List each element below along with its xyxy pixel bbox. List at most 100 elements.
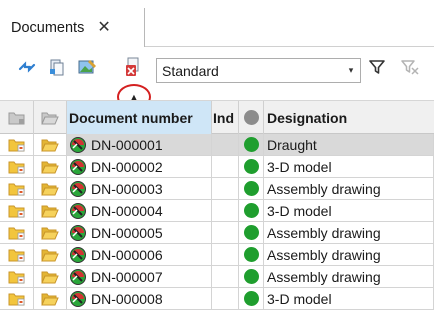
folder-icon[interactable] bbox=[0, 288, 34, 310]
column-header-index[interactable]: Ind bbox=[212, 101, 239, 134]
tab-documents[interactable]: Documents ✕ bbox=[0, 8, 145, 47]
table-row[interactable]: DN-000004 3-D model bbox=[0, 200, 434, 222]
table-row[interactable]: DN-000003 Assembly drawing bbox=[0, 178, 434, 200]
document-stack-icon[interactable] bbox=[47, 57, 67, 77]
designation-cell[interactable]: Assembly drawing bbox=[264, 244, 434, 266]
document-number: DN-000005 bbox=[91, 224, 163, 241]
document-status-icon bbox=[69, 158, 89, 176]
view-select[interactable]: Standard ▾ bbox=[156, 58, 361, 83]
table-row[interactable]: DN-000005 Assembly drawing bbox=[0, 222, 434, 244]
designation-cell[interactable]: Assembly drawing bbox=[264, 222, 434, 244]
index-cell[interactable] bbox=[212, 222, 239, 244]
column-header-designation[interactable]: Designation bbox=[264, 101, 434, 134]
folder-open-icon[interactable] bbox=[34, 178, 67, 200]
status-cell[interactable] bbox=[239, 288, 264, 310]
document-number: DN-000007 bbox=[91, 268, 163, 285]
document-number: DN-000004 bbox=[91, 202, 163, 219]
document-grid: Document number Ind Designation DN-00000… bbox=[0, 100, 434, 322]
folder-open-icon[interactable] bbox=[34, 222, 67, 244]
close-icon[interactable]: ✕ bbox=[97, 19, 110, 36]
folder-icon[interactable] bbox=[0, 134, 34, 156]
folder-icon[interactable] bbox=[0, 266, 34, 288]
image-edit-icon[interactable] bbox=[78, 57, 98, 77]
column-header-icon1[interactable] bbox=[0, 101, 34, 134]
document-number-cell[interactable]: DN-000004 bbox=[67, 200, 212, 222]
index-cell[interactable] bbox=[212, 200, 239, 222]
folder-icon[interactable] bbox=[0, 178, 34, 200]
designation-cell[interactable]: 3-D model bbox=[264, 288, 434, 310]
column-header-icon2[interactable] bbox=[34, 101, 67, 134]
document-number-cell[interactable]: DN-000002 bbox=[67, 156, 212, 178]
tab-strip: Documents ✕ bbox=[0, 0, 434, 47]
toolbar: Standard ▾ bbox=[0, 47, 434, 89]
status-green-icon bbox=[243, 159, 259, 174]
folder-open-icon[interactable] bbox=[34, 156, 67, 178]
index-cell[interactable] bbox=[212, 266, 239, 288]
folder-icon[interactable] bbox=[0, 156, 34, 178]
document-number: DN-000008 bbox=[91, 290, 163, 307]
grid-rows: DN-000001 Draught DN-000002 3-D model DN… bbox=[0, 134, 434, 310]
document-number: DN-000001 bbox=[91, 136, 163, 153]
designation-cell[interactable]: Assembly drawing bbox=[264, 266, 434, 288]
chevron-down-icon[interactable]: ▾ bbox=[342, 65, 360, 76]
document-number-cell[interactable]: DN-000003 bbox=[67, 178, 212, 200]
column-header-document-number[interactable]: Document number bbox=[67, 101, 212, 134]
status-cell[interactable] bbox=[239, 156, 264, 178]
status-cell[interactable] bbox=[239, 244, 264, 266]
document-number: DN-000002 bbox=[91, 158, 163, 175]
folder-open-icon bbox=[41, 112, 59, 124]
column-header-status[interactable] bbox=[239, 101, 264, 134]
table-row[interactable]: DN-000002 3-D model bbox=[0, 156, 434, 178]
document-status-icon bbox=[69, 246, 89, 264]
document-status-icon bbox=[69, 136, 89, 154]
document-status-icon bbox=[69, 202, 89, 220]
index-cell[interactable] bbox=[212, 134, 239, 156]
status-cell[interactable] bbox=[239, 134, 264, 156]
index-cell[interactable] bbox=[212, 288, 239, 310]
table-row[interactable]: DN-000008 3-D model bbox=[0, 288, 434, 310]
folder-open-icon[interactable] bbox=[34, 134, 67, 156]
status-green-icon bbox=[243, 247, 259, 262]
folder-open-icon[interactable] bbox=[34, 200, 67, 222]
document-status-icon bbox=[69, 180, 89, 198]
status-green-icon bbox=[243, 181, 259, 196]
filter-icon[interactable] bbox=[367, 57, 387, 77]
index-cell[interactable] bbox=[212, 178, 239, 200]
designation-cell[interactable]: Draught bbox=[264, 134, 434, 156]
folder-icon[interactable] bbox=[0, 222, 34, 244]
document-status-icon bbox=[69, 224, 89, 242]
designation-cell[interactable]: 3-D model bbox=[264, 200, 434, 222]
folder-open-icon[interactable] bbox=[34, 244, 67, 266]
table-row[interactable]: DN-000007 Assembly drawing bbox=[0, 266, 434, 288]
document-number: DN-000006 bbox=[91, 246, 163, 263]
status-cell[interactable] bbox=[239, 222, 264, 244]
folder-open-icon[interactable] bbox=[34, 288, 67, 310]
tab-label: Documents bbox=[11, 19, 85, 36]
status-green-icon bbox=[243, 203, 259, 218]
status-cell[interactable] bbox=[239, 266, 264, 288]
folder-open-icon[interactable] bbox=[34, 266, 67, 288]
index-cell[interactable] bbox=[212, 156, 239, 178]
folder-icon[interactable] bbox=[0, 200, 34, 222]
status-cell[interactable] bbox=[239, 200, 264, 222]
designation-cell[interactable]: Assembly drawing bbox=[264, 178, 434, 200]
table-row[interactable]: DN-000006 Assembly drawing bbox=[0, 244, 434, 266]
link-arrows-icon[interactable] bbox=[17, 57, 37, 77]
document-number-cell[interactable]: DN-000007 bbox=[67, 266, 212, 288]
folder-icon[interactable] bbox=[0, 244, 34, 266]
designation-cell[interactable]: 3-D model bbox=[264, 156, 434, 178]
document-number-cell[interactable]: DN-000008 bbox=[67, 288, 212, 310]
document-number-cell[interactable]: DN-000006 bbox=[67, 244, 212, 266]
status-green-icon bbox=[243, 225, 259, 240]
status-green-icon bbox=[243, 291, 259, 306]
filter-clear-icon[interactable] bbox=[400, 57, 420, 77]
document-number-cell[interactable]: DN-000001 bbox=[67, 134, 212, 156]
status-green-icon bbox=[243, 137, 259, 152]
status-cell[interactable] bbox=[239, 178, 264, 200]
document-number-cell[interactable]: DN-000005 bbox=[67, 222, 212, 244]
table-row[interactable]: DN-000001 Draught bbox=[0, 134, 434, 156]
document-delete-icon[interactable] bbox=[124, 57, 144, 77]
index-cell[interactable] bbox=[212, 244, 239, 266]
folder-icon bbox=[8, 112, 24, 124]
document-status-icon bbox=[69, 268, 89, 286]
